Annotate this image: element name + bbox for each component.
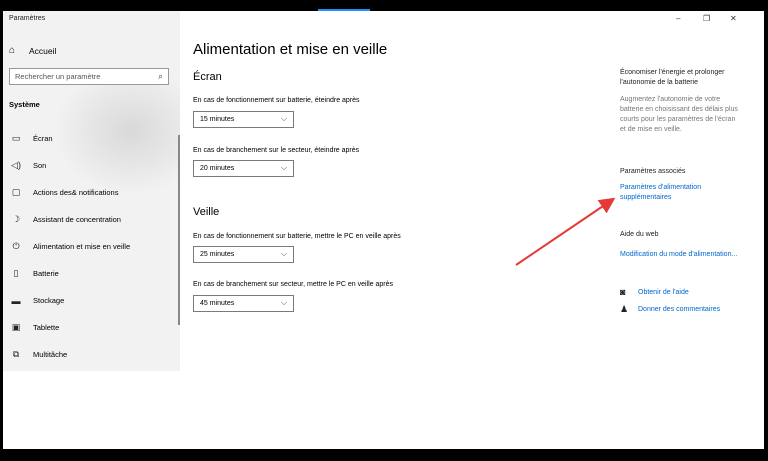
annotation-arrow bbox=[515, 197, 616, 266]
